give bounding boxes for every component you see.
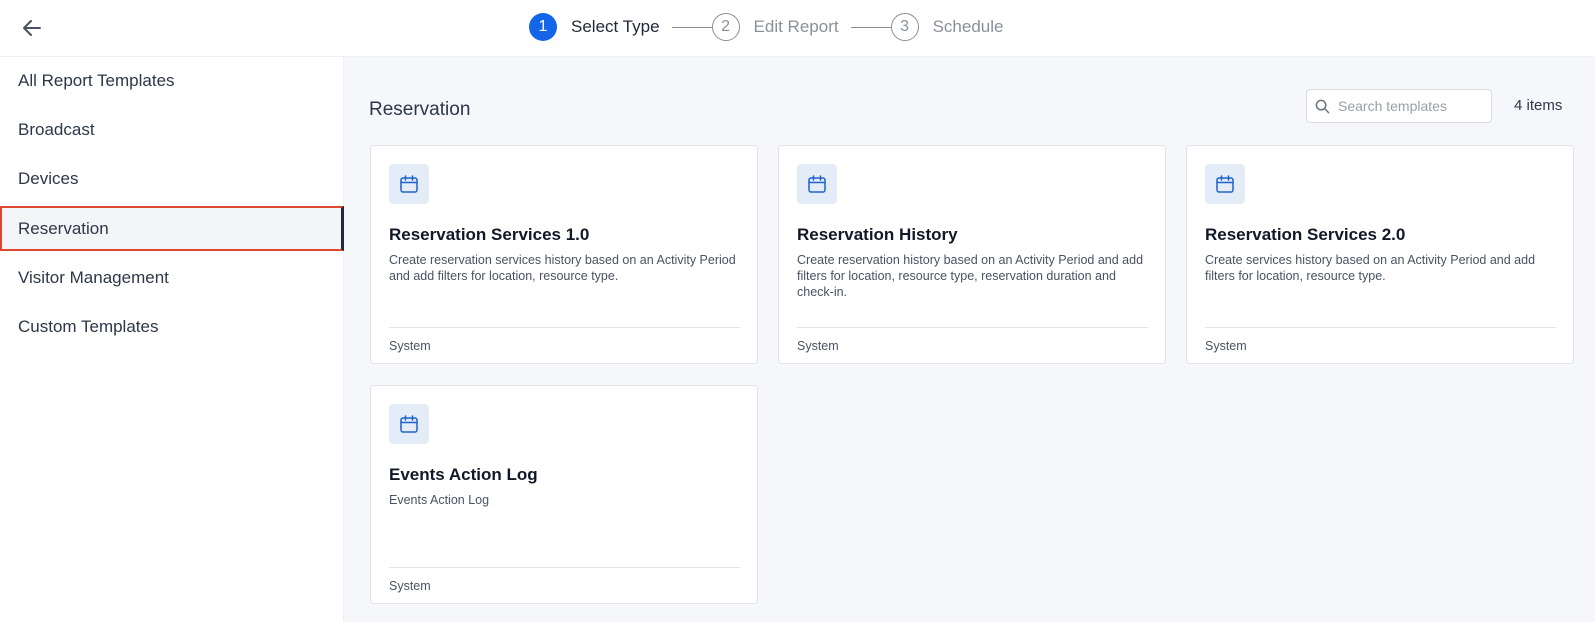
search-box[interactable] (1306, 89, 1492, 123)
page-title: Reservation (369, 99, 471, 120)
sidebar-item-reservation[interactable]: Reservation (0, 206, 344, 251)
card-footer: System (1205, 339, 1247, 353)
arrow-left-icon (23, 20, 41, 36)
card-footer: System (389, 579, 431, 593)
card-description: Events Action Log (389, 493, 490, 507)
item-count: 4 items (1514, 97, 1563, 114)
card-title: Reservation History (797, 225, 958, 244)
step-label: Select Type (571, 17, 660, 36)
card-icon-wrapper (389, 164, 429, 204)
card-divider (389, 327, 740, 328)
card-title: Events Action Log (389, 465, 538, 484)
card-icon-wrapper (1205, 164, 1245, 204)
search-input[interactable] (1338, 98, 1483, 114)
card-description: Create reservation history based on an A… (797, 253, 1144, 299)
sidebar: All Report Templates Broadcast Devices R… (0, 57, 344, 622)
template-card-events-action-log[interactable]: Events Action Log Events Action Log Syst… (370, 385, 758, 604)
top-bar: 1 Select Type 2 Edit Report 3 Schedule (0, 0, 1595, 57)
calendar-icon (400, 415, 418, 433)
stepper: 1 Select Type 2 Edit Report 3 Schedule (529, 13, 1003, 41)
calendar-icon (1216, 175, 1234, 193)
card-icon-wrapper (797, 164, 837, 204)
calendar-icon (400, 175, 418, 193)
main-content: Reservation 4 items Reservation Services… (344, 57, 1595, 622)
step-select-type[interactable]: 1 Select Type (529, 13, 660, 41)
step-number: 2 (711, 13, 740, 41)
template-card-reservation-services-1[interactable]: Reservation Services 1.0 Create reservat… (370, 145, 758, 364)
card-icon-wrapper (389, 404, 429, 444)
template-card-reservation-history[interactable]: Reservation History Create reservation h… (778, 145, 1166, 364)
card-title: Reservation Services 1.0 (389, 225, 590, 244)
card-title: Reservation Services 2.0 (1205, 225, 1406, 244)
sidebar-item-devices[interactable]: Devices (0, 156, 344, 201)
sidebar-item-visitor-management[interactable]: Visitor Management (0, 255, 344, 300)
step-schedule[interactable]: 3 Schedule (890, 13, 1004, 41)
sidebar-item-broadcast[interactable]: Broadcast (0, 107, 344, 152)
step-label: Schedule (932, 17, 1004, 36)
sidebar-item-custom-templates[interactable]: Custom Templates (0, 304, 344, 349)
card-footer: System (797, 339, 839, 353)
step-number: 3 (890, 13, 919, 41)
card-footer: System (389, 339, 431, 353)
step-edit-report[interactable]: 2 Edit Report (711, 13, 839, 41)
step-connector (850, 26, 891, 28)
card-description: Create services history based on an Acti… (1205, 253, 1536, 283)
sidebar-item-all-report-templates[interactable]: All Report Templates (0, 58, 344, 103)
card-description: Create reservation services history base… (389, 253, 736, 283)
template-card-reservation-services-2[interactable]: Reservation Services 2.0 Create services… (1186, 145, 1574, 364)
search-icon (1315, 99, 1330, 113)
step-label: Edit Report (753, 17, 839, 36)
step-number: 1 (529, 13, 557, 41)
step-connector (671, 26, 712, 28)
card-divider (1205, 327, 1556, 328)
card-divider (797, 327, 1148, 328)
card-divider (389, 567, 740, 568)
back-button[interactable] (20, 16, 44, 40)
calendar-icon (808, 175, 826, 193)
